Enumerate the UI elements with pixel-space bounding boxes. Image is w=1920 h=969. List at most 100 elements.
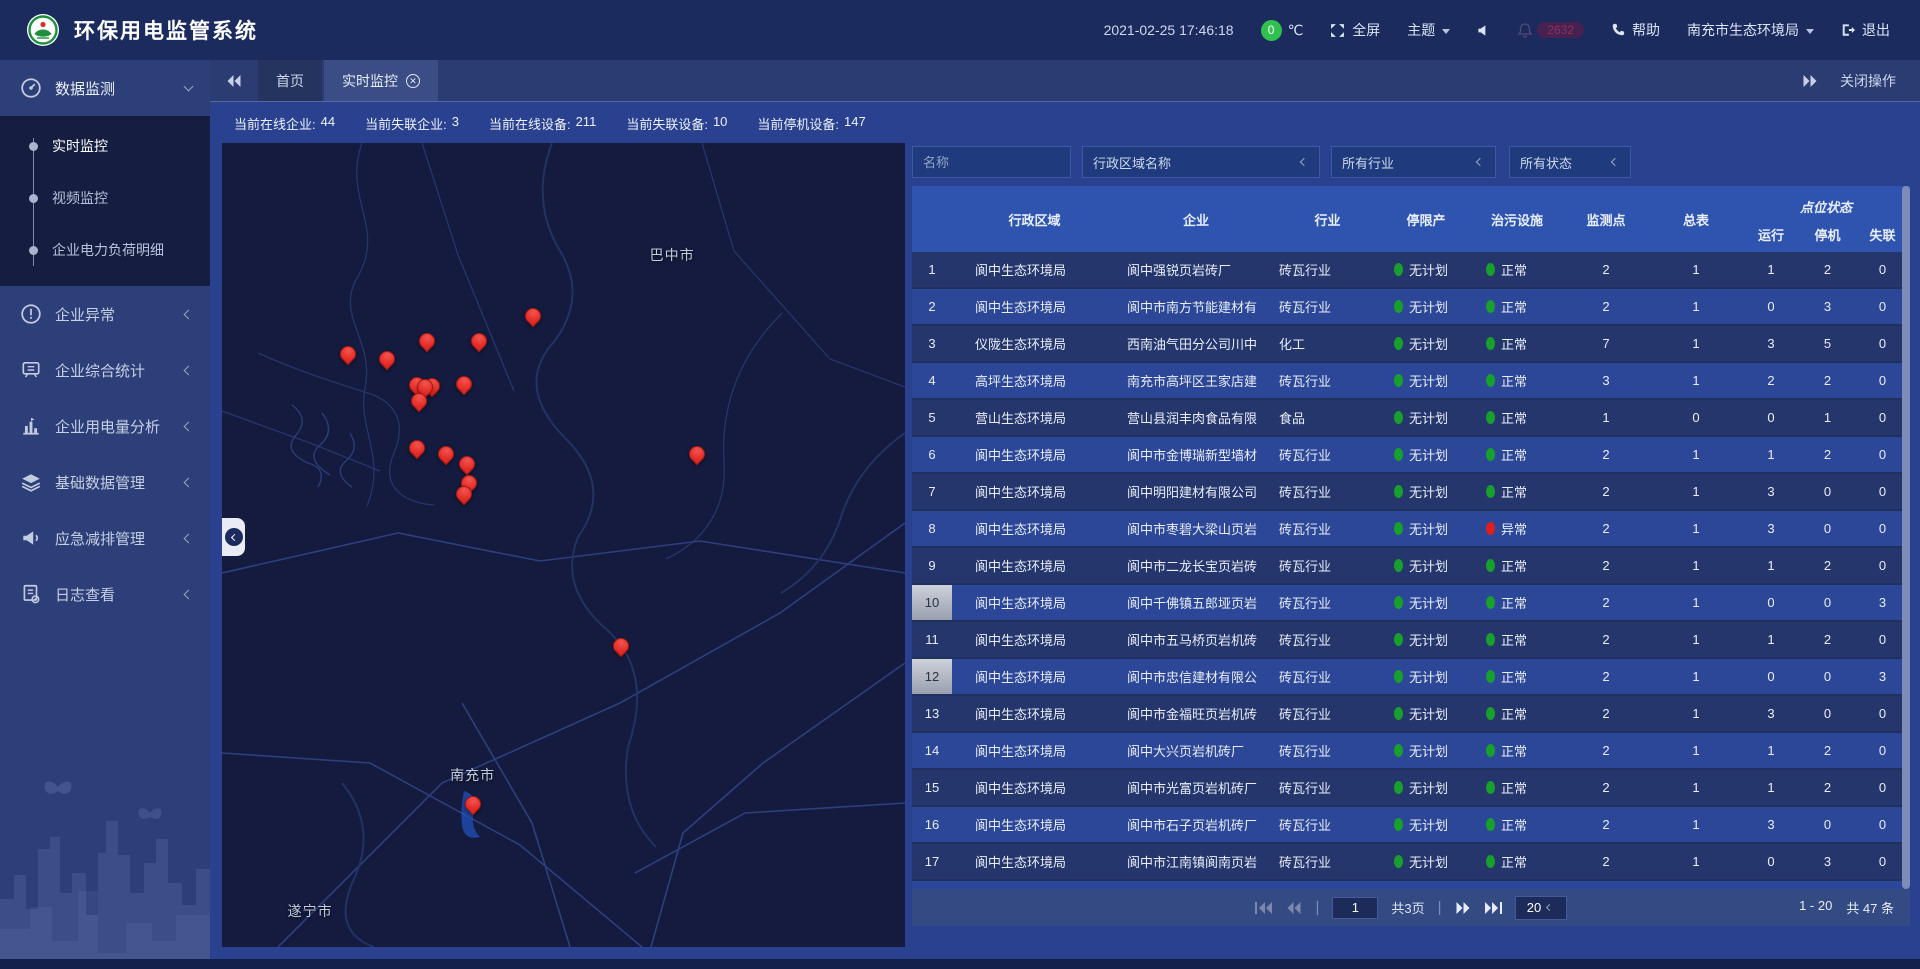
- table-row[interactable]: 3仪陇生态环境局西南油气田分公司川中化工无计划正常71350: [912, 326, 1910, 361]
- status-dot-icon: [1486, 818, 1495, 831]
- facility-text: 正常: [1501, 815, 1527, 834]
- table-row[interactable]: 14阆中生态环境局阆中大兴页岩机砖厂砖瓦行业无计划正常21120: [912, 733, 1910, 768]
- sidebar-item-3[interactable]: 企业综合统计: [0, 342, 210, 398]
- status-dot-icon: [1394, 263, 1403, 276]
- cell-region: 高坪生态环境局: [952, 371, 1117, 390]
- sidebar-item-4[interactable]: 企业用电量分析: [0, 398, 210, 454]
- table-row[interactable]: 6阆中生态环境局阆中市金博瑞新型墙材砖瓦行业无计划正常21120: [912, 437, 1910, 472]
- last-page-button[interactable]: [1484, 902, 1502, 914]
- table-row[interactable]: 5营山生态环境局营山县润丰肉食品有限食品无计划正常10010: [912, 400, 1910, 435]
- status-counter-label: 当前失联设备:: [626, 114, 708, 133]
- map-collapse-handle[interactable]: [222, 518, 245, 556]
- cell-facility-status: 正常: [1472, 260, 1562, 279]
- table-row[interactable]: 12阆中生态环境局阆中市忠信建材有限公砖瓦行业无计划正常21003: [912, 659, 1910, 694]
- facility-text: 正常: [1501, 445, 1527, 464]
- sidebar-item-6[interactable]: 应急减排管理: [0, 510, 210, 566]
- first-page-button[interactable]: [1255, 902, 1273, 914]
- map-panel[interactable]: 巴中市南充市遂宁市: [222, 143, 905, 947]
- alert-icon: [20, 303, 42, 325]
- table-row[interactable]: 4高坪生态环境局南充市高坪区王家店建砖瓦行业无计划正常31220: [912, 363, 1910, 398]
- cell-region: 阆中生态环境局: [952, 667, 1117, 686]
- cell-facility-status: 正常: [1472, 741, 1562, 760]
- sidebar-item-1[interactable]: 数据监测: [0, 60, 210, 116]
- double-right-arrow-icon: [1802, 75, 1818, 87]
- name-filter-input[interactable]: [912, 146, 1071, 178]
- next-page-button[interactable]: [1455, 902, 1471, 914]
- tab-label: 首页: [276, 71, 304, 91]
- sidebar-subitem-label: 企业电力负荷明细: [52, 240, 164, 260]
- sidebar-item-2[interactable]: 企业异常: [0, 286, 210, 342]
- cell-limit-status: 无计划: [1380, 852, 1472, 871]
- org-dropdown[interactable]: 南充市生态环境局: [1687, 20, 1814, 40]
- status-dot-icon: [1394, 670, 1403, 683]
- sidebar-item-7[interactable]: 日志查看: [0, 566, 210, 622]
- status-dot-icon: [1394, 781, 1403, 794]
- status-counters-bar: 当前在线企业:44当前失联企业:3当前在线设备:211当前失联设备:10当前停机…: [210, 103, 1920, 143]
- fullscreen-button[interactable]: 全屏: [1330, 20, 1380, 40]
- prev-page-button[interactable]: [1286, 902, 1302, 914]
- notifications-button[interactable]: 2632: [1517, 22, 1584, 38]
- cell-company: 阆中市石子页岩机砖厂: [1117, 815, 1275, 834]
- col-company: 企业: [1117, 186, 1275, 252]
- page-number-input[interactable]: 1: [1332, 897, 1378, 919]
- table-row[interactable]: 13阆中生态环境局阆中市金福旺页岩机砖砖瓦行业无计划正常21300: [912, 696, 1910, 731]
- cell-industry: 砖瓦行业: [1275, 741, 1380, 760]
- cell-industry: 砖瓦行业: [1275, 371, 1380, 390]
- table-row[interactable]: 17阆中生态环境局阆中市江南镇阆南页岩砖瓦行业无计划正常21030: [912, 844, 1910, 879]
- table-scrollbar[interactable]: [1902, 186, 1910, 889]
- chevron-left-icon: [184, 309, 194, 319]
- table-row[interactable]: 8阆中生态环境局阆中市枣碧大梁山页岩砖瓦行业无计划异常21300: [912, 511, 1910, 546]
- cell-meters: 1: [1650, 484, 1742, 499]
- table-row[interactable]: 10阆中生态环境局阆中千佛镇五郎垭页岩砖瓦行业无计划正常21003: [912, 585, 1910, 620]
- cell-industry: 砖瓦行业: [1275, 593, 1380, 612]
- table-row[interactable]: 9阆中生态环境局阆中市二龙长宝页岩砖砖瓦行业无计划正常21120: [912, 548, 1910, 583]
- table-row[interactable]: 7阆中生态环境局阆中明阳建材有限公司砖瓦行业无计划正常21300: [912, 474, 1910, 509]
- weather-temperature: 0 ℃: [1261, 20, 1304, 41]
- cell-meters: 1: [1650, 521, 1742, 536]
- sidebar-subitem-label: 实时监控: [52, 136, 108, 156]
- cell-stopped: 2: [1800, 780, 1855, 795]
- tab-实时监控[interactable]: 实时监控✕: [324, 60, 438, 101]
- table-row[interactable]: 11阆中生态环境局阆中市五马桥页岩机砖砖瓦行业无计划正常21120: [912, 622, 1910, 657]
- status-dot-icon: [1394, 818, 1403, 831]
- status-dot-icon: [1486, 448, 1495, 461]
- chevron-left-icon: [231, 533, 238, 540]
- table-row[interactable]: 2阆中生态环境局阆中市南方节能建材有砖瓦行业无计划正常21030: [912, 289, 1910, 324]
- sidebar-subitem-视频监控[interactable]: 视频监控: [0, 172, 210, 224]
- tab-首页[interactable]: 首页: [258, 60, 322, 101]
- facility-text: 正常: [1501, 593, 1527, 612]
- status-dot-icon: [1486, 411, 1495, 424]
- mute-button[interactable]: [1477, 24, 1490, 37]
- cell-running: 3: [1742, 484, 1800, 499]
- tabs-scroll-right-button[interactable]: [1786, 60, 1834, 101]
- industry-filter-select[interactable]: 所有行业: [1331, 146, 1496, 178]
- sidebar-item-5[interactable]: 基础数据管理: [0, 454, 210, 510]
- sidebar-subitem-实时监控[interactable]: 实时监控: [0, 120, 210, 172]
- close-operations-button[interactable]: 关闭操作: [1834, 60, 1920, 101]
- region-filter-select[interactable]: 行政区域名称: [1082, 146, 1320, 178]
- app-logo-icon: [26, 13, 60, 47]
- help-button[interactable]: 帮助: [1611, 20, 1660, 40]
- status-counter-label: 当前在线企业:: [234, 114, 316, 133]
- table-row[interactable]: 18南部生态环境局南部县砖瓦土建有限公建材加工无计划正常60060: [912, 881, 1910, 889]
- theme-dropdown[interactable]: 主题: [1407, 20, 1450, 40]
- tabs-scroll-left-button[interactable]: [210, 60, 258, 101]
- cell-region: 阆中生态环境局: [952, 778, 1117, 797]
- app-window: 环保用电监管系统 2021-02-25 17:46:18 0 ℃ 全屏 主题: [0, 0, 1920, 969]
- table-row[interactable]: 1阆中生态环境局阆中强锐页岩砖厂砖瓦行业无计划正常21120: [912, 252, 1910, 287]
- facility-text: 正常: [1501, 556, 1527, 575]
- table-row[interactable]: 15阆中生态环境局阆中市光富页岩机砖厂砖瓦行业无计划正常21120: [912, 770, 1910, 805]
- close-icon[interactable]: ✕: [406, 74, 420, 88]
- page-size-select[interactable]: 20: [1515, 896, 1567, 920]
- logout-button[interactable]: 退出: [1841, 20, 1890, 40]
- status-dot-icon: [1486, 522, 1495, 535]
- sidebar-subitem-企业电力负荷明细[interactable]: 企业电力负荷明细: [0, 224, 210, 276]
- chart-icon: [20, 415, 42, 437]
- status-filter-select[interactable]: 所有状态: [1509, 146, 1631, 178]
- cell-industry: 砖瓦行业: [1275, 667, 1380, 686]
- total-records-label: 共 47 条: [1846, 898, 1894, 917]
- collapse-circle: [225, 528, 243, 546]
- cell-region: 阆中生态环境局: [952, 593, 1117, 612]
- cell-points: 2: [1562, 706, 1650, 721]
- table-row[interactable]: 16阆中生态环境局阆中市石子页岩机砖厂砖瓦行业无计划正常21300: [912, 807, 1910, 842]
